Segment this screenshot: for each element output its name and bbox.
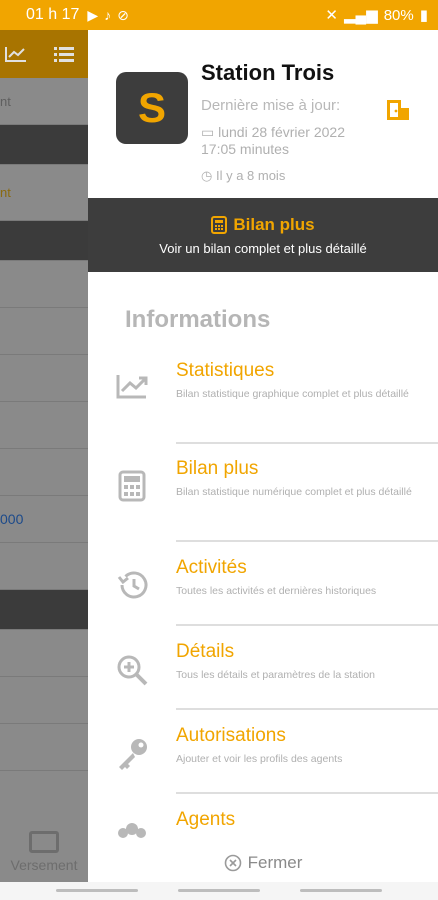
status-time: 01 h 17	[26, 6, 80, 23]
key-icon	[119, 739, 147, 770]
background-row	[0, 677, 88, 724]
calculator-icon	[211, 215, 228, 234]
station-logo: S	[116, 72, 188, 144]
menu-item-autorisations[interactable]: Autorisations Ajouter et voir les profil…	[88, 725, 438, 809]
drawer-menu: Statistiques Bilan statistique graphique…	[88, 360, 438, 869]
menu-item-title: Statistiques	[176, 360, 275, 381]
banner-subtitle: Voir un bilan complet et plus détaillé	[159, 240, 367, 256]
background-row	[0, 355, 88, 402]
status-right: ✕ ▂▄▆ 80% ▮	[325, 6, 428, 25]
chart-icon	[5, 47, 26, 62]
menu-item-title: Autorisations	[176, 725, 286, 746]
nav-back-button[interactable]	[300, 889, 382, 892]
calendar-icon: ▭	[201, 124, 215, 140]
menu-item-title: Bilan plus	[176, 458, 259, 479]
banner-title: Bilan plus	[233, 214, 315, 234]
station-name: Station Trois	[201, 60, 335, 85]
update-date: lundi 28 février 2022	[218, 124, 345, 140]
menu-item-title: Agents	[176, 809, 236, 830]
background-row	[0, 630, 88, 677]
background-row: 000	[0, 496, 88, 543]
background-toolbar	[0, 30, 88, 78]
clock-icon: ◷	[201, 168, 213, 183]
menu-item-desc: Toutes les activités et dernières histor…	[176, 585, 377, 597]
bilan-plus-banner[interactable]: Bilan plus Voir un bilan complet et plus…	[88, 198, 438, 272]
menu-item-statistiques[interactable]: Statistiques Bilan statistique graphique…	[88, 360, 438, 458]
background-row	[0, 543, 88, 590]
menu-item-title: Activités	[176, 557, 247, 578]
versement-tab[interactable]: Versement	[0, 822, 88, 882]
background-row	[0, 590, 88, 630]
signal-icon: ▂▄▆	[344, 7, 378, 24]
menu-item-desc: Tous les détails et paramètres de la sta…	[176, 669, 376, 681]
sync-icon: ⊘	[117, 6, 129, 23]
update-ago-block: ◷ Il y a 8 mois	[201, 168, 285, 184]
background-row	[0, 221, 88, 261]
background-row	[0, 724, 88, 771]
logout-door-icon[interactable]	[384, 98, 410, 122]
menu-item-title: Détails	[176, 641, 235, 662]
update-label: Dernière mise à jour:	[201, 97, 341, 114]
battery-icon: ▮	[419, 7, 428, 24]
update-date-block: ▭ lundi 28 février 2022 17:05 minutes	[201, 124, 345, 158]
background-row	[0, 402, 88, 449]
section-title: Informations	[125, 306, 271, 333]
history-icon	[117, 571, 148, 599]
background-row	[0, 449, 88, 496]
menu-item-desc: Bilan statistique numérique complet et p…	[176, 486, 412, 498]
close-circle-icon	[224, 854, 241, 872]
menu-item-details[interactable]: Détails Tous les détails et paramètres d…	[88, 641, 438, 725]
close-button[interactable]: Fermer	[88, 848, 438, 878]
versement-label: Versement	[10, 857, 78, 873]
update-ago: Il y a 8 mois	[215, 168, 286, 183]
youtube-icon: ▶	[87, 6, 99, 23]
system-nav-bar	[0, 882, 438, 900]
menu-item-desc: Ajouter et voir les profils des agents	[176, 753, 343, 765]
music-icon: ♪	[104, 7, 112, 23]
background-app[interactable]: nt nt 000 Versement	[0, 30, 88, 882]
calculator-icon	[118, 470, 146, 502]
background-row: nt	[0, 165, 88, 221]
nav-recent-button[interactable]	[56, 889, 138, 892]
update-time: 17:05 minutes	[201, 141, 289, 157]
chart-icon	[116, 375, 148, 399]
agents-icon	[118, 823, 146, 838]
menu-item-desc: Bilan statistique graphique complet et p…	[176, 388, 409, 400]
status-bar: 01 h 17 ▶ ♪ ⊘ ✕ ▂▄▆ 80% ▮	[0, 0, 438, 30]
cash-icon	[29, 831, 59, 853]
background-row: nt	[0, 78, 88, 125]
background-row	[0, 261, 88, 308]
mute-icon: ✕	[325, 7, 338, 24]
navigation-drawer: S Station Trois Dernière mise à jour: ▭ …	[88, 30, 438, 882]
list-icon	[54, 47, 74, 62]
background-row	[0, 308, 88, 355]
background-row	[0, 125, 88, 165]
menu-item-bilan-plus[interactable]: Bilan plus Bilan statistique numérique c…	[88, 458, 438, 557]
zoom-in-icon	[117, 655, 148, 686]
drawer-header: S Station Trois Dernière mise à jour: ▭ …	[88, 30, 438, 198]
nav-home-button[interactable]	[178, 889, 260, 892]
battery-percent: 80%	[383, 6, 414, 24]
close-label: Fermer	[247, 853, 303, 872]
menu-item-activites[interactable]: Activités Toutes les activités et derniè…	[88, 557, 438, 641]
status-notification-icons: ▶ ♪ ⊘	[87, 7, 129, 24]
